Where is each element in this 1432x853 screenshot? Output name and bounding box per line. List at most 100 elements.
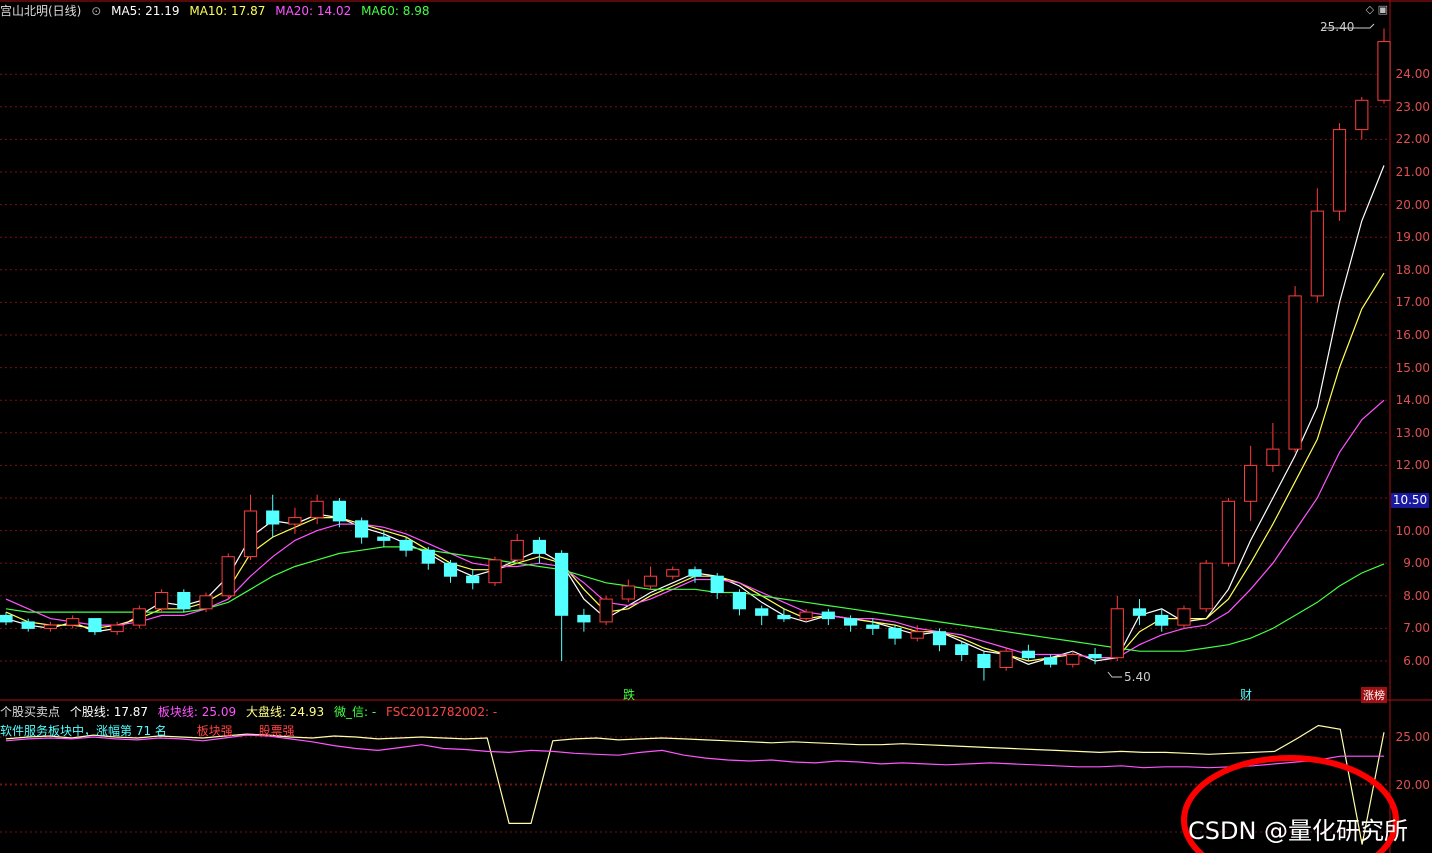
diamond-icon[interactable]: ◇ bbox=[1366, 3, 1374, 16]
y-tick-label: 19.00 bbox=[1395, 230, 1430, 245]
indicator-name[interactable]: 个股买卖点 bbox=[0, 705, 60, 719]
candle-body bbox=[155, 592, 169, 610]
stock-strong: 股票强 bbox=[258, 724, 295, 738]
sector-strong: 板块强 bbox=[196, 724, 233, 738]
candle-body bbox=[43, 624, 57, 629]
sector-desc: 软件服务板块中，涨幅第 71 名 bbox=[0, 724, 167, 738]
candle-body bbox=[1332, 129, 1347, 212]
marker-cai[interactable]: 财 bbox=[1240, 686, 1252, 703]
candle-body bbox=[688, 569, 702, 577]
sub-header-2: 软件服务板块中，涨幅第 71 名 板块强 股票强 bbox=[0, 722, 301, 739]
candle-body bbox=[710, 575, 724, 594]
settings-icon[interactable]: ⊙ bbox=[91, 4, 101, 18]
candle-body bbox=[977, 654, 991, 668]
candle-body bbox=[1288, 295, 1302, 450]
candle-body bbox=[888, 627, 902, 639]
candle-body bbox=[377, 536, 391, 541]
candle-body bbox=[199, 595, 213, 610]
y-tick-label: 23.00 bbox=[1395, 99, 1430, 114]
candle-body bbox=[910, 631, 924, 639]
y-tick-label: 24.00 bbox=[1395, 67, 1430, 82]
candle-body bbox=[1155, 614, 1169, 626]
candle-body bbox=[1244, 464, 1258, 502]
candle-body bbox=[844, 618, 858, 626]
candle-body bbox=[510, 539, 524, 561]
candle-body bbox=[88, 618, 102, 633]
candle-body bbox=[488, 559, 502, 584]
candle-body bbox=[999, 650, 1013, 669]
candle-body bbox=[755, 608, 769, 616]
y-tick-label: 9.00 bbox=[1403, 556, 1430, 571]
candles bbox=[0, 28, 1391, 681]
candle-body bbox=[1199, 562, 1213, 610]
candle-body bbox=[955, 644, 969, 656]
candle-body bbox=[1088, 654, 1102, 659]
fsc-label: FSC2012782002: - bbox=[386, 705, 498, 719]
candle-body bbox=[821, 611, 835, 620]
y-tick-label: 14.00 bbox=[1395, 393, 1430, 408]
candle-body bbox=[1132, 608, 1147, 616]
main-header: 宫山北明(日线) ⊙ MA5: 21.19 MA10: 17.87 MA20: … bbox=[0, 2, 436, 19]
candle-body bbox=[866, 624, 880, 629]
market-line-label: 大盘线: 24.93 bbox=[245, 705, 325, 719]
candle-body bbox=[932, 631, 947, 646]
candle-body bbox=[1221, 500, 1236, 564]
y-tick-label: 16.00 bbox=[1395, 328, 1430, 342]
candle-body bbox=[732, 592, 746, 610]
y-tick-label: 8.00 bbox=[1403, 588, 1430, 603]
current-price-box: 10.50 bbox=[1391, 493, 1429, 508]
sub-y-tick-label: 25.00 bbox=[1395, 730, 1430, 744]
low-label: 5.40 bbox=[1124, 670, 1151, 684]
y-tick-label: 22.00 bbox=[1395, 132, 1430, 147]
y-tick-label: 18.00 bbox=[1395, 262, 1430, 277]
candle-body bbox=[1355, 99, 1369, 131]
candle-body bbox=[1377, 41, 1391, 101]
stock-line-label: 个股线: 17.87 bbox=[69, 705, 149, 719]
ma-lines bbox=[5, 165, 1385, 665]
y-tick-label: 13.00 bbox=[1395, 425, 1430, 440]
candle-body bbox=[1110, 608, 1124, 659]
candle-body bbox=[332, 500, 346, 522]
y-tick-label: 20.00 bbox=[1395, 197, 1430, 212]
candle-body bbox=[1044, 657, 1058, 665]
sub-header: 个股买卖点 个股线: 17.87 板块线: 25.09 大盘线: 24.93 微… bbox=[0, 703, 503, 720]
candle-body bbox=[532, 539, 546, 554]
marker-zhangting[interactable]: 涨榜 bbox=[1361, 687, 1387, 703]
marker-die[interactable]: 跌 bbox=[623, 686, 635, 703]
candle-body bbox=[310, 500, 324, 519]
candle-body bbox=[266, 510, 280, 525]
candle-body bbox=[110, 624, 124, 633]
ma10-label: MA10: 17.87 bbox=[189, 4, 266, 18]
candle-body bbox=[399, 539, 413, 551]
stock-title[interactable]: 宫山北明(日线) bbox=[0, 4, 81, 18]
candle-body bbox=[599, 598, 613, 623]
candle-body bbox=[243, 510, 258, 558]
candle-body bbox=[21, 621, 35, 629]
ma-line-ma10 bbox=[5, 272, 1385, 662]
ma5-label: MA5: 21.19 bbox=[111, 4, 180, 18]
candle-body bbox=[1177, 608, 1191, 626]
candle-body bbox=[643, 575, 658, 587]
candle-body bbox=[799, 611, 813, 620]
sub-y-tick-label: 20.00 bbox=[1395, 778, 1430, 792]
candle-body bbox=[421, 549, 435, 564]
candle-body bbox=[221, 556, 235, 597]
candle-body bbox=[66, 618, 80, 626]
y-tick-label: 6.00 bbox=[1403, 654, 1430, 668]
candle-body bbox=[443, 562, 458, 577]
sector-line-label: 板块线: 25.09 bbox=[157, 705, 237, 719]
weixin-label: 微_信: - bbox=[333, 705, 377, 719]
low-pointer bbox=[1107, 671, 1122, 678]
candle-body bbox=[666, 569, 680, 577]
candle-body bbox=[355, 520, 369, 538]
candle-body bbox=[0, 614, 13, 623]
y-tick-label: 7.00 bbox=[1403, 621, 1430, 636]
candle-body bbox=[621, 585, 635, 600]
candle-body bbox=[1310, 210, 1324, 297]
candle-body bbox=[577, 614, 591, 623]
ma20-label: MA20: 14.02 bbox=[275, 4, 352, 18]
y-tick-label: 17.00 bbox=[1395, 295, 1430, 310]
candle-body bbox=[1066, 654, 1080, 665]
candle-body bbox=[555, 552, 569, 616]
panel-toggle-icon[interactable]: ▣ bbox=[1378, 3, 1388, 16]
